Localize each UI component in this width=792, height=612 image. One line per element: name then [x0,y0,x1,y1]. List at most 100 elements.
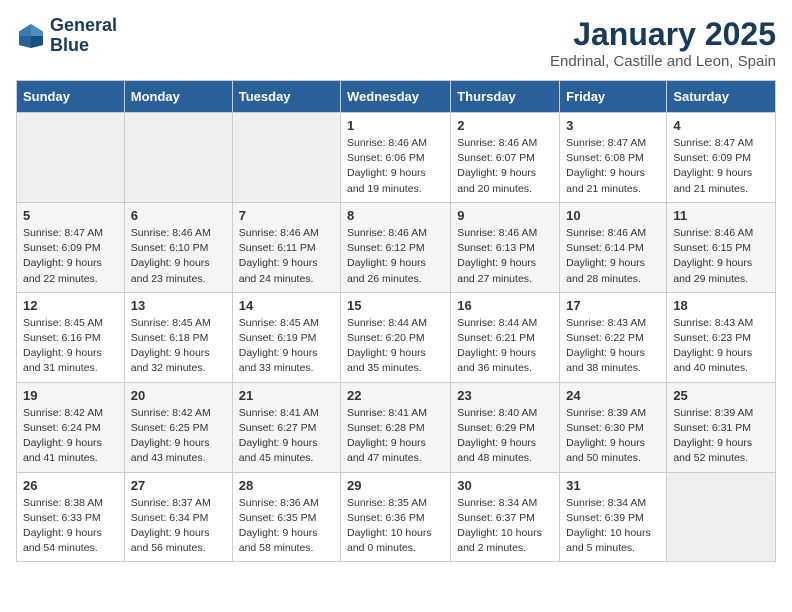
calendar-week-row: 19 Sunrise: 8:42 AM Sunset: 6:24 PM Dayli… [17,382,776,472]
header: General Blue January 2025 Endrinal, Cast… [16,16,776,70]
day-number: 12 [23,298,118,313]
day-number: 4 [673,118,769,133]
calendar-cell: 19 Sunrise: 8:42 AM Sunset: 6:24 PM Dayli… [17,382,125,472]
weekday-header-monday: Monday [124,81,232,113]
day-number: 15 [347,298,444,313]
weekday-header-tuesday: Tuesday [232,81,340,113]
day-number: 6 [131,208,226,223]
calendar-cell: 11 Sunrise: 8:46 AM Sunset: 6:15 PM Dayli… [667,202,776,292]
calendar-cell: 9 Sunrise: 8:46 AM Sunset: 6:13 PM Daylig… [451,202,560,292]
day-info: Sunrise: 8:34 AM Sunset: 6:39 PM Dayligh… [566,496,660,557]
day-number: 10 [566,208,660,223]
calendar-cell: 12 Sunrise: 8:45 AM Sunset: 6:16 PM Dayli… [17,292,125,382]
day-number: 25 [673,388,769,403]
day-number: 29 [347,478,444,493]
calendar-cell: 2Sunrise: 8:46 AM Sunset: 6:07 PM Daylig… [451,113,560,203]
calendar-cell: 27Sunrise: 8:37 AM Sunset: 6:34 PM Dayli… [124,472,232,562]
day-info: Sunrise: 8:42 AM Sunset: 6:24 PM Dayligh… [23,406,118,467]
day-number: 9 [457,208,553,223]
day-number: 20 [131,388,226,403]
day-info: Sunrise: 8:47 AM Sunset: 6:09 PM Dayligh… [23,226,118,287]
logo: General Blue [16,16,117,56]
day-info: Sunrise: 8:45 AM Sunset: 6:18 PM Dayligh… [131,316,226,377]
day-number: 19 [23,388,118,403]
calendar-cell: 10 Sunrise: 8:46 AM Sunset: 6:14 PM Dayli… [560,202,667,292]
day-number: 7 [239,208,334,223]
calendar-cell: 7 Sunrise: 8:46 AM Sunset: 6:11 PM Daylig… [232,202,340,292]
day-number: 17 [566,298,660,313]
day-info: Sunrise: 8:45 AM Sunset: 6:19 PM Dayligh… [239,316,334,377]
day-info: Sunrise: 8:46 AM Sunset: 6:14 PM Dayligh… [566,226,660,287]
day-number: 23 [457,388,553,403]
day-info: Sunrise: 8:44 AM Sunset: 6:21 PM Dayligh… [457,316,553,377]
title-area: January 2025 Endrinal, Castille and Leon… [550,16,776,70]
calendar-week-row: 1 Sunrise: 8:46 AM Sunset: 6:06 PM Daylig… [17,113,776,203]
day-info: Sunrise: 8:40 AM Sunset: 6:29 PM Dayligh… [457,406,553,467]
day-number: 8 [347,208,444,223]
day-number: 13 [131,298,226,313]
weekday-header-sunday: Sunday [17,81,125,113]
calendar-cell: 15 Sunrise: 8:44 AM Sunset: 6:20 PM Dayli… [341,292,451,382]
calendar-cell: 29Sunrise: 8:35 AM Sunset: 6:36 PM Dayli… [341,472,451,562]
calendar-week-row: 26 Sunrise: 8:38 AM Sunset: 6:33 PM Dayli… [17,472,776,562]
calendar-cell: 4 Sunrise: 8:47 AM Sunset: 6:09 PM Daylig… [667,113,776,203]
calendar-cell: 23 Sunrise: 8:40 AM Sunset: 6:29 PM Dayli… [451,382,560,472]
day-number: 14 [239,298,334,313]
day-info: Sunrise: 8:47 AM Sunset: 6:09 PM Dayligh… [673,136,769,197]
calendar-cell: 8 Sunrise: 8:46 AM Sunset: 6:12 PM Daylig… [341,202,451,292]
day-number: 5 [23,208,118,223]
calendar-cell: 25 Sunrise: 8:39 AM Sunset: 6:31 PM Dayli… [667,382,776,472]
day-info: Sunrise: 8:46 AM Sunset: 6:06 PM Dayligh… [347,136,444,197]
day-info: Sunrise: 8:37 AM Sunset: 6:34 PM Dayligh… [131,496,226,557]
day-number: 3 [566,118,660,133]
calendar-cell: 3Sunrise: 8:47 AM Sunset: 6:08 PM Daylig… [560,113,667,203]
day-info: Sunrise: 8:44 AM Sunset: 6:20 PM Dayligh… [347,316,444,377]
day-info: Sunrise: 8:46 AM Sunset: 6:12 PM Dayligh… [347,226,444,287]
day-info: Sunrise: 8:45 AM Sunset: 6:16 PM Dayligh… [23,316,118,377]
calendar-week-row: 12 Sunrise: 8:45 AM Sunset: 6:16 PM Dayli… [17,292,776,382]
calendar-cell: 24 Sunrise: 8:39 AM Sunset: 6:30 PM Dayli… [560,382,667,472]
day-info: Sunrise: 8:46 AM Sunset: 6:15 PM Dayligh… [673,226,769,287]
day-info: Sunrise: 8:43 AM Sunset: 6:23 PM Dayligh… [673,316,769,377]
calendar-cell: 31Sunrise: 8:34 AM Sunset: 6:39 PM Dayli… [560,472,667,562]
weekday-header-saturday: Saturday [667,81,776,113]
calendar-cell: 13 Sunrise: 8:45 AM Sunset: 6:18 PM Dayli… [124,292,232,382]
calendar-cell: 1 Sunrise: 8:46 AM Sunset: 6:06 PM Daylig… [341,113,451,203]
calendar-cell [17,113,125,203]
calendar-cell: 28Sunrise: 8:36 AM Sunset: 6:35 PM Dayli… [232,472,340,562]
weekday-header-row: SundayMondayTuesdayWednesdayThursdayFrid… [17,81,776,113]
day-number: 24 [566,388,660,403]
day-info: Sunrise: 8:46 AM Sunset: 6:13 PM Dayligh… [457,226,553,287]
day-info: Sunrise: 8:39 AM Sunset: 6:30 PM Dayligh… [566,406,660,467]
calendar-table: SundayMondayTuesdayWednesdayThursdayFrid… [16,80,776,562]
day-info: Sunrise: 8:43 AM Sunset: 6:22 PM Dayligh… [566,316,660,377]
logo-text: General Blue [50,16,117,56]
day-number: 11 [673,208,769,223]
day-number: 21 [239,388,334,403]
weekday-header-friday: Friday [560,81,667,113]
day-number: 1 [347,118,444,133]
calendar-cell: 5 Sunrise: 8:47 AM Sunset: 6:09 PM Daylig… [17,202,125,292]
calendar-cell: 22Sunrise: 8:41 AM Sunset: 6:28 PM Dayli… [341,382,451,472]
day-info: Sunrise: 8:34 AM Sunset: 6:37 PM Dayligh… [457,496,553,557]
day-number: 30 [457,478,553,493]
day-info: Sunrise: 8:42 AM Sunset: 6:25 PM Dayligh… [131,406,226,467]
calendar-cell: 26 Sunrise: 8:38 AM Sunset: 6:33 PM Dayli… [17,472,125,562]
day-info: Sunrise: 8:46 AM Sunset: 6:07 PM Dayligh… [457,136,553,197]
day-info: Sunrise: 8:36 AM Sunset: 6:35 PM Dayligh… [239,496,334,557]
day-info: Sunrise: 8:46 AM Sunset: 6:10 PM Dayligh… [131,226,226,287]
logo-icon [16,21,46,51]
month-title: January 2025 [550,16,776,53]
weekday-header-wednesday: Wednesday [341,81,451,113]
day-number: 22 [347,388,444,403]
calendar-cell [667,472,776,562]
calendar-cell [124,113,232,203]
location-title: Endrinal, Castille and Leon, Spain [550,53,776,70]
day-number: 26 [23,478,118,493]
day-info: Sunrise: 8:38 AM Sunset: 6:33 PM Dayligh… [23,496,118,557]
calendar-cell [232,113,340,203]
day-info: Sunrise: 8:46 AM Sunset: 6:11 PM Dayligh… [239,226,334,287]
calendar-cell: 21Sunrise: 8:41 AM Sunset: 6:27 PM Dayli… [232,382,340,472]
calendar-cell: 14 Sunrise: 8:45 AM Sunset: 6:19 PM Dayli… [232,292,340,382]
day-info: Sunrise: 8:39 AM Sunset: 6:31 PM Dayligh… [673,406,769,467]
